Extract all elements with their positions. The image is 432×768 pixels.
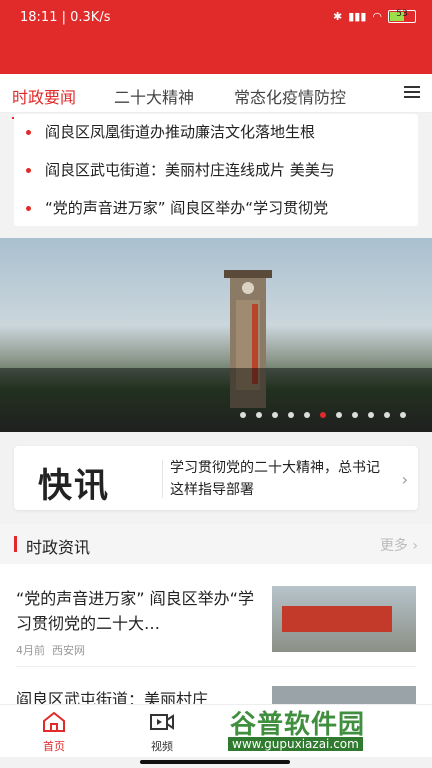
section-accent-bar <box>14 536 17 552</box>
section-header: 时政资讯 更多 › <box>0 524 432 564</box>
watermark-logo: 谷普软件园 www.gupuxiazai.com <box>228 710 366 751</box>
headline-list: 阎良区凤凰街道办推动廉洁文化落地生根 阎良区武屯街道：美丽村庄连线成片 美美与 … <box>14 114 418 226</box>
tab-epidemic-control[interactable]: 常态化疫情防控 <box>234 84 346 108</box>
carousel-dot[interactable] <box>256 412 262 418</box>
carousel-dot[interactable] <box>336 412 342 418</box>
news-item[interactable]: “党的声音进万家” 阎良区举办“学习贯彻党的二十大… 4月前 西安网 <box>16 586 256 658</box>
carousel-dot[interactable] <box>368 412 374 418</box>
carousel-dot[interactable] <box>400 412 406 418</box>
flash-logo: 快讯 <box>38 466 110 506</box>
chevron-right-icon: › <box>401 470 408 489</box>
carousel-dot[interactable] <box>320 412 326 418</box>
battery-icon: 53 <box>388 9 416 23</box>
news-thumbnail[interactable] <box>272 686 416 704</box>
nav-video[interactable]: 视频 <box>132 711 192 754</box>
carousel-dot[interactable] <box>384 412 390 418</box>
divider <box>162 460 163 498</box>
headline-item[interactable]: “党的声音进万家” 阎良区举办“学习贯彻党 <box>26 190 418 226</box>
news-list: “党的声音进万家” 阎良区举办“学习贯彻党的二十大… 4月前 西安网 阎良区武屯… <box>0 564 432 709</box>
news-thumbnail[interactable] <box>272 586 416 652</box>
signal-icon: ▮▮▮ <box>348 10 367 23</box>
video-icon <box>150 714 174 730</box>
news-meta: 4月前 西安网 <box>16 644 85 657</box>
home-icon <box>43 711 65 732</box>
news-title: “党的声音进万家” 阎良区举办“学习贯彻党的二十大… <box>16 589 254 633</box>
wifi-icon: ◠ <box>372 10 382 23</box>
status-bar: 18:11 | 0.3K/s ✱ ▮▮▮ ◠ 53 <box>0 0 432 74</box>
status-time: 18:11 | 0.3K/s <box>20 10 111 25</box>
banner-caption: 阎良区武屯街道：美丽村庄连线成片 美美与共 <box>22 143 327 161</box>
banner-caption-overlay <box>0 368 432 432</box>
carousel-dot[interactable] <box>272 412 278 418</box>
tab-current-affairs[interactable]: 时政要闻 <box>12 84 77 119</box>
bluetooth-icon: ✱ <box>333 10 343 23</box>
tab-twentieth-congress[interactable]: 二十大精神 <box>114 84 194 108</box>
carousel-indicator <box>240 412 406 418</box>
carousel-dot[interactable] <box>304 412 310 418</box>
nav-home[interactable]: 首页 <box>24 711 84 754</box>
flash-news-text: 学习贯彻党的二十大精神，总书记这样指导部署 <box>170 460 380 498</box>
flash-news-card[interactable]: 快讯 学习贯彻党的二十大精神，总书记这样指导部署 › <box>14 446 418 510</box>
banner-carousel[interactable] <box>0 238 432 432</box>
carousel-dot[interactable] <box>352 412 358 418</box>
carousel-dot[interactable] <box>240 412 246 418</box>
menu-icon[interactable] <box>404 86 420 98</box>
home-indicator <box>140 760 290 764</box>
carousel-dot[interactable] <box>288 412 294 418</box>
divider <box>16 666 416 667</box>
section-title: 时政资讯 <box>26 538 91 557</box>
category-tabs: 时政要闻 二十大精神 常态化疫情防控 <box>0 74 432 119</box>
more-link[interactable]: 更多 › <box>380 535 418 555</box>
status-icons: ✱ ▮▮▮ ◠ 53 <box>333 9 416 23</box>
